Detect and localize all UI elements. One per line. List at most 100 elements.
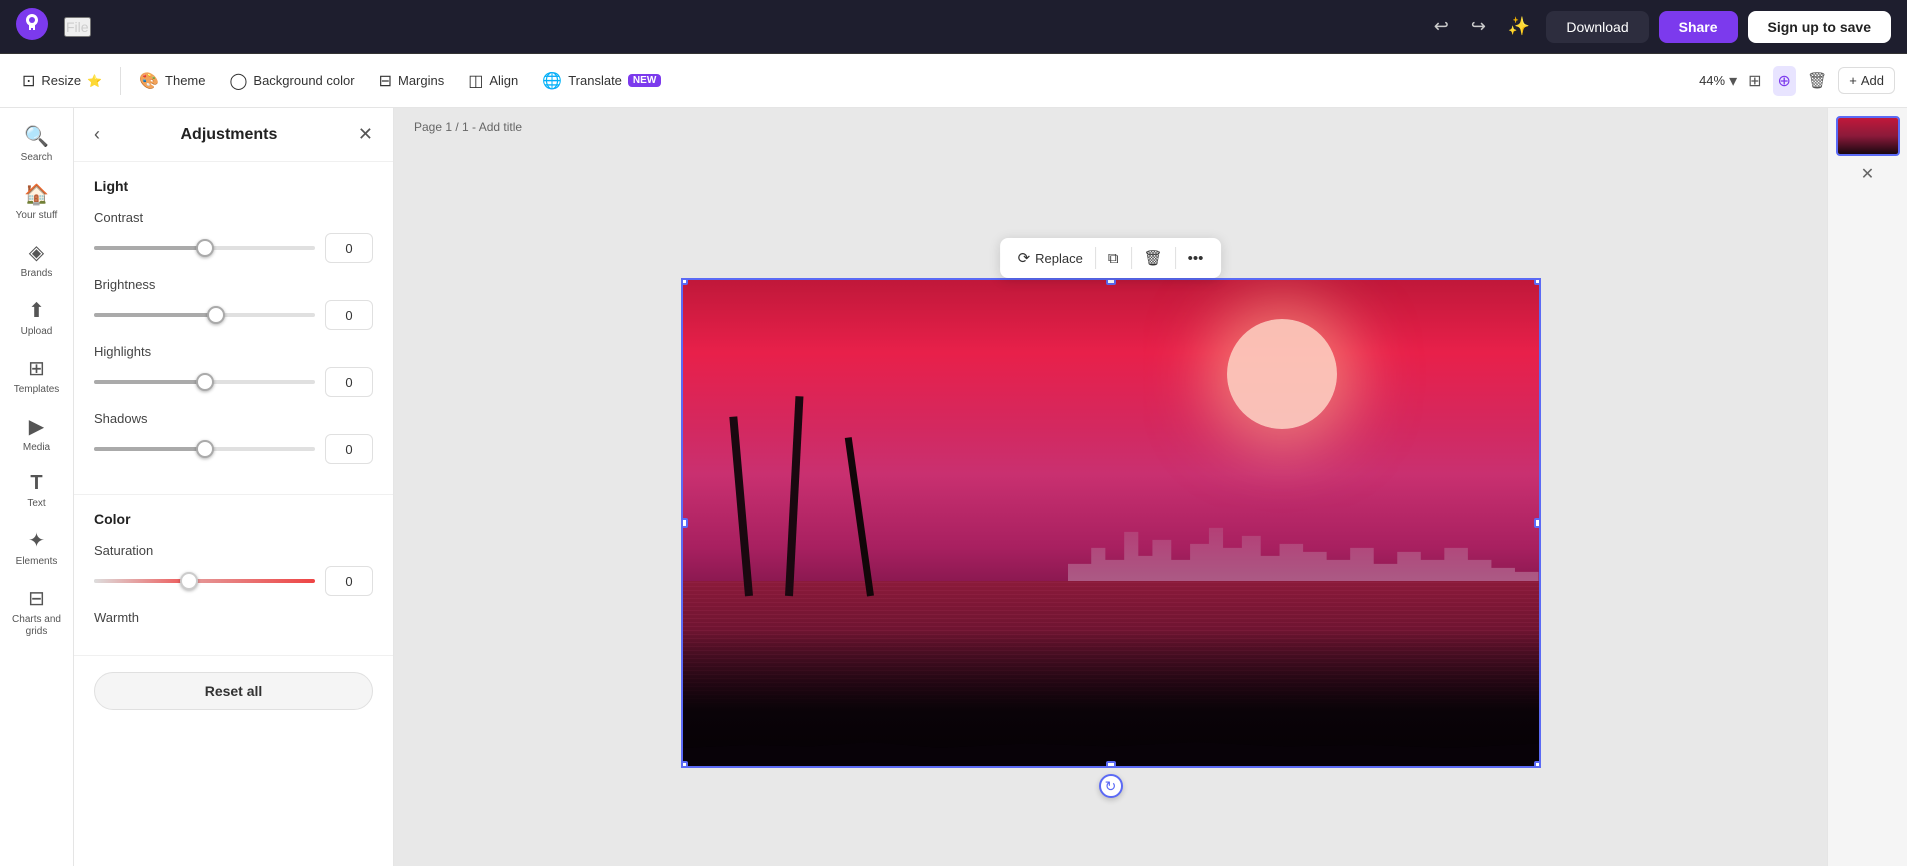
highlights-slider[interactable] — [94, 380, 315, 384]
share-button[interactable]: Share — [1659, 11, 1738, 43]
shadows-row: Shadows 0 — [94, 411, 373, 464]
saturation-fill — [94, 579, 189, 583]
close-thumbnail-button[interactable]: ✕ — [1861, 164, 1874, 184]
handle-bottom-left[interactable] — [681, 761, 688, 768]
media-icon: ▶ — [29, 414, 44, 439]
brightness-thumb[interactable] — [207, 306, 225, 324]
contrast-slider-row: 0 — [94, 233, 373, 263]
sidebar-item-brands[interactable]: ◈ Brands — [3, 232, 71, 288]
shadows-label: Shadows — [94, 411, 373, 426]
your-stuff-icon: 🏠 — [24, 182, 49, 207]
handle-bottom-right[interactable] — [1534, 761, 1541, 768]
more-icon: ••• — [1188, 250, 1204, 267]
brightness-value[interactable]: 0 — [325, 300, 373, 330]
templates-icon: ⊞ — [28, 356, 45, 381]
add-button[interactable]: + Add — [1838, 67, 1895, 94]
main-layout: 🔍 Search 🏠 Your stuff ◈ Brands ⬆ Upload … — [0, 108, 1907, 866]
theme-icon: 🎨 — [139, 71, 159, 91]
elements-icon: ✦ — [28, 528, 45, 553]
saturation-value[interactable]: 0 — [325, 566, 373, 596]
contrast-slider[interactable] — [94, 246, 315, 250]
topbar-left: File — [16, 8, 91, 45]
ctx-divider-1 — [1095, 247, 1096, 269]
handle-top-left[interactable] — [681, 278, 688, 285]
resize-button[interactable]: ⊡ Resize ⭐ — [12, 65, 112, 97]
background-color-button[interactable]: ◯ Background color — [220, 65, 365, 97]
saturation-thumb[interactable] — [180, 572, 198, 590]
toolbar-divider — [120, 67, 121, 95]
signup-button[interactable]: Sign up to save — [1748, 11, 1891, 43]
back-button[interactable]: ‹ — [94, 124, 100, 145]
zoom-dropdown-button[interactable]: ▾ — [1729, 71, 1737, 91]
zoom-control: 44% ▾ — [1699, 71, 1737, 91]
adjustments-header: ‹ Adjustments ✕ — [74, 108, 393, 162]
magic-button[interactable]: ✨ — [1502, 10, 1536, 43]
left-sidebar: 🔍 Search 🏠 Your stuff ◈ Brands ⬆ Upload … — [0, 108, 74, 866]
saturation-slider[interactable] — [94, 579, 315, 583]
brightness-slider[interactable] — [94, 313, 315, 317]
shadows-thumb[interactable] — [196, 440, 214, 458]
contrast-thumb[interactable] — [196, 239, 214, 257]
copy-button[interactable]: ⧉ — [1100, 245, 1127, 272]
shadows-value[interactable]: 0 — [325, 434, 373, 464]
rotate-handle[interactable]: ↻ — [1099, 774, 1123, 798]
warmth-row: Warmth — [94, 610, 373, 625]
search-icon: 🔍 — [24, 124, 49, 149]
shadows-slider[interactable] — [94, 447, 315, 451]
grid-view-button[interactable]: ⊞ — [1743, 66, 1766, 96]
sidebar-item-text[interactable]: T Text — [3, 464, 71, 518]
replace-button[interactable]: ⟳ Replace — [1010, 244, 1091, 272]
more-button[interactable]: ••• — [1180, 245, 1212, 272]
sidebar-item-upload[interactable]: ⬆ Upload — [3, 290, 71, 346]
trash-icon: 🗑 — [1144, 249, 1163, 267]
theme-button[interactable]: 🎨 Theme — [129, 65, 215, 97]
sidebar-item-templates[interactable]: ⊞ Templates — [3, 348, 71, 404]
highlights-value[interactable]: 0 — [325, 367, 373, 397]
sidebar-item-charts-grids[interactable]: ⊟ Charts and grids — [3, 578, 71, 646]
canva-logo[interactable] — [16, 8, 48, 45]
sidebar-item-media[interactable]: ▶ Media — [3, 406, 71, 462]
handle-middle-left[interactable] — [681, 518, 688, 528]
delete-ctx-button[interactable]: 🗑 — [1136, 244, 1171, 272]
contrast-value[interactable]: 0 — [325, 233, 373, 263]
page-label: Page 1 / 1 - Add title — [414, 120, 522, 134]
canva-pro-icon: ⭐ — [87, 74, 102, 88]
highlights-thumb[interactable] — [196, 373, 214, 391]
sidebar-item-elements[interactable]: ✦ Elements — [3, 520, 71, 576]
canvas-image[interactable] — [683, 280, 1539, 766]
brightness-fill — [94, 313, 216, 317]
contrast-label: Contrast — [94, 210, 373, 225]
shadows-fill — [94, 447, 205, 451]
align-button[interactable]: ◫ Align — [458, 65, 528, 97]
page-thumbnail[interactable] — [1836, 116, 1900, 156]
highlights-row: Highlights 0 — [94, 344, 373, 397]
ctx-divider-3 — [1175, 247, 1176, 269]
upload-icon: ⬆ — [28, 298, 45, 323]
margins-button[interactable]: ⊟ Margins — [369, 65, 455, 97]
handle-top-middle[interactable] — [1106, 278, 1116, 285]
light-section-title: Light — [94, 178, 373, 194]
handle-bottom-middle[interactable] — [1106, 761, 1116, 768]
panel-title: Adjustments — [181, 126, 278, 144]
translate-button[interactable]: 🌐 Translate NEW — [532, 65, 671, 97]
adjustments-panel: ‹ Adjustments ✕ Light Contrast 0 Brig — [74, 108, 394, 866]
sidebar-item-search[interactable]: 🔍 Search — [3, 116, 71, 172]
handle-middle-right[interactable] — [1534, 518, 1541, 528]
copy-icon: ⧉ — [1108, 250, 1119, 267]
close-button[interactable]: ✕ — [358, 124, 373, 145]
brightness-row: Brightness 0 — [94, 277, 373, 330]
saturation-label: Saturation — [94, 543, 373, 558]
undo-button[interactable]: ↩ — [1428, 10, 1455, 43]
handle-top-right[interactable] — [1534, 278, 1541, 285]
reset-all-button[interactable]: Reset all — [94, 672, 373, 710]
delete-button[interactable]: 🗑 — [1802, 66, 1832, 96]
download-button[interactable]: Download — [1546, 11, 1648, 43]
highlights-fill — [94, 380, 205, 384]
file-menu-button[interactable]: File — [64, 17, 91, 37]
thumbnail-image — [1838, 118, 1898, 154]
bg-color-icon: ◯ — [230, 71, 248, 91]
adjustments-active-button[interactable]: ⊕ — [1773, 66, 1796, 96]
sidebar-item-your-stuff[interactable]: 🏠 Your stuff — [3, 174, 71, 230]
translate-icon: 🌐 — [542, 71, 562, 91]
redo-button[interactable]: ↪ — [1465, 10, 1492, 43]
